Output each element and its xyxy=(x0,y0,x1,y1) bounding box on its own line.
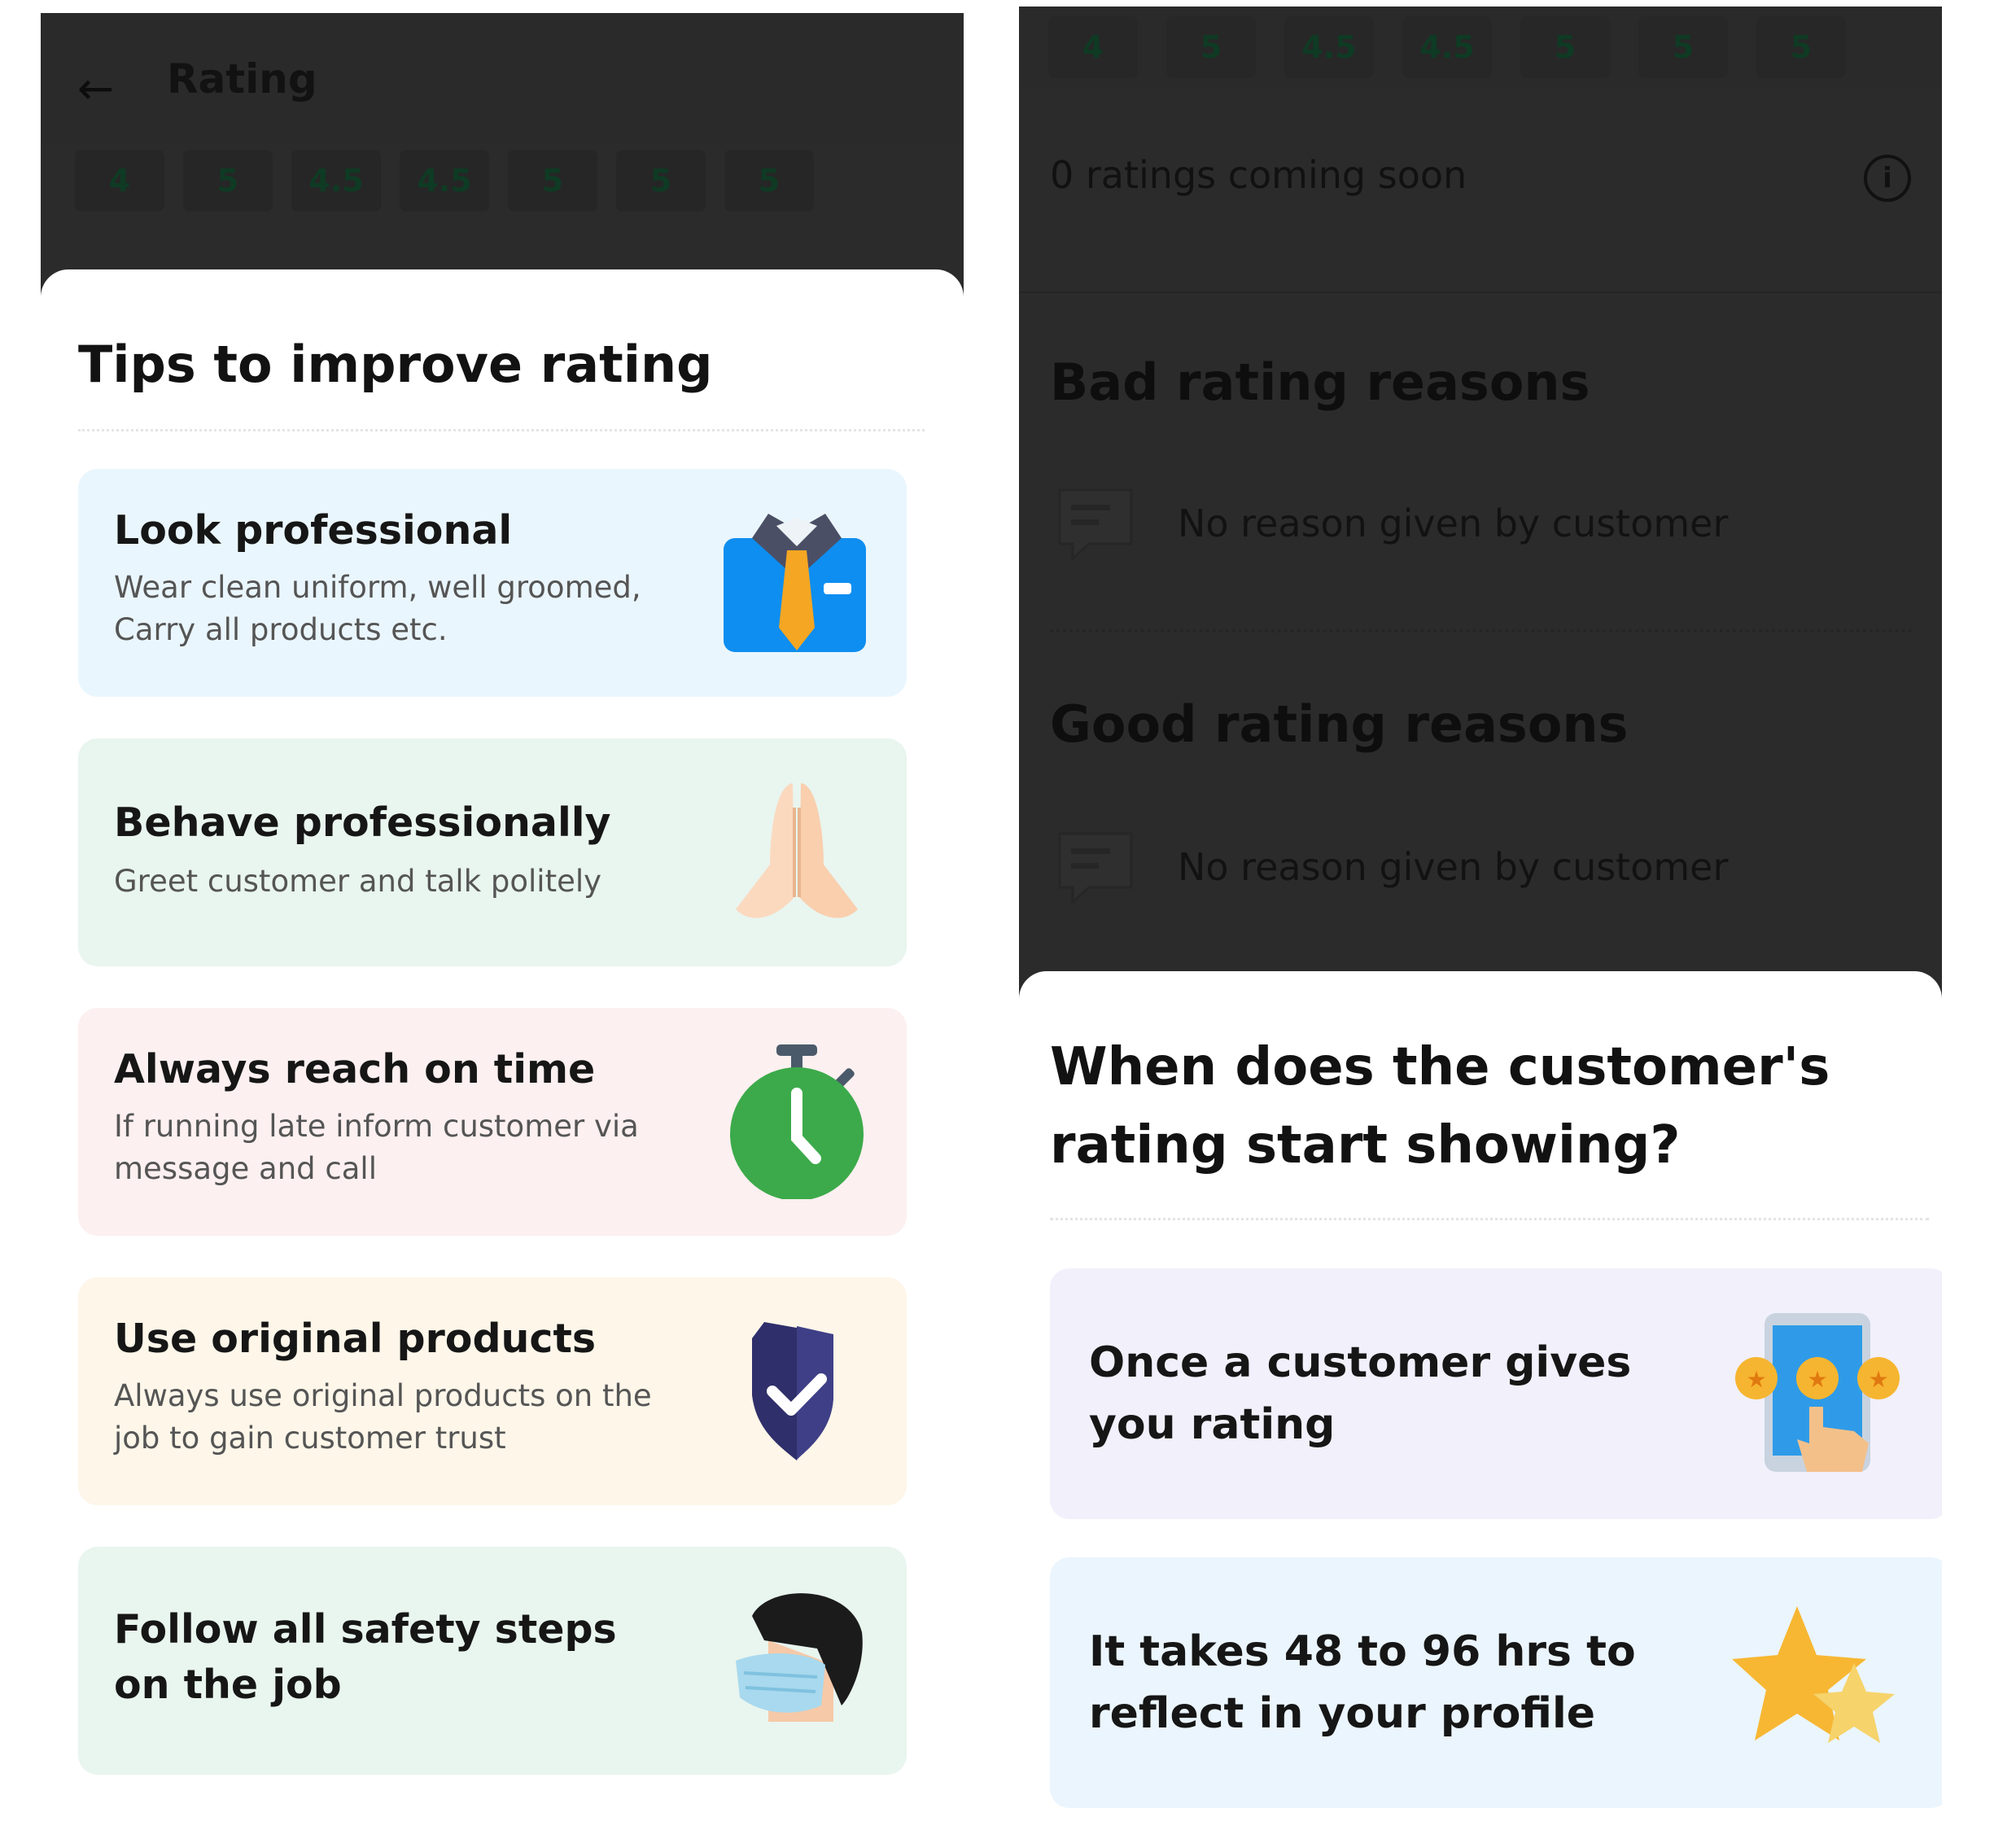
tip-card: Always reach on time If running late inf… xyxy=(78,1008,907,1236)
rating-chip: 4.5 xyxy=(1284,16,1374,78)
info-card-title: It takes 48 to 96 hrs to reflect in your… xyxy=(1089,1627,1636,1738)
rating-chip: 4.5 xyxy=(1402,16,1492,78)
rating-chip: 5 xyxy=(1520,16,1610,78)
tip-description: Wear clean uniform, well groomed, Carry … xyxy=(114,570,641,647)
tip-card: Behave professionally Greet customer and… xyxy=(78,738,907,966)
info-icon[interactable]: i xyxy=(1864,155,1911,202)
ratings-row: 4 5 4.5 4.5 5 5 5 xyxy=(1019,7,1942,88)
ratings-row: 4 5 4.5 4.5 5 5 5 xyxy=(41,143,964,217)
rating-chip: 4.5 xyxy=(400,150,489,212)
stopwatch-icon xyxy=(730,1044,864,1199)
shield-check-icon xyxy=(752,1322,833,1460)
namaste-hands-icon xyxy=(736,783,858,918)
svg-text:★: ★ xyxy=(1868,1366,1888,1393)
svg-text:★: ★ xyxy=(1746,1366,1766,1393)
divider xyxy=(1050,629,1913,633)
rating-info-bottom-sheet: When does the customer's rating start sh… xyxy=(1019,971,1942,1839)
uniform-icon xyxy=(724,514,866,652)
message-icon xyxy=(1058,832,1133,904)
tip-card: Follow all safety steps on the job xyxy=(78,1547,907,1775)
tip-title: Follow all safety steps on the job xyxy=(114,1606,617,1708)
tip-card: Use original products Always use origina… xyxy=(78,1277,907,1505)
svg-text:★: ★ xyxy=(1807,1366,1827,1393)
rating-chip: 5 xyxy=(724,150,814,212)
rating-chip: 5 xyxy=(1166,16,1256,78)
back-arrow-icon[interactable]: ← xyxy=(77,60,126,117)
info-card-title: Once a customer gives you rating xyxy=(1089,1338,1632,1449)
sheet-title: Tips to improve rating xyxy=(78,335,713,394)
top-app-bar: ← Rating xyxy=(41,13,964,143)
tip-card: Look professional Wear clean uniform, we… xyxy=(78,469,907,697)
divider xyxy=(78,429,925,431)
bad-reason-text: No reason given by customer xyxy=(1178,501,1729,545)
divider xyxy=(1019,291,1942,293)
sheet-title: When does the customer's rating start sh… xyxy=(1050,1037,1830,1176)
message-icon xyxy=(1058,488,1133,560)
tips-bottom-sheet: Tips to improve rating Look professional… xyxy=(41,269,964,1839)
tip-description: Always use original products on the job … xyxy=(114,1378,652,1456)
phone-stars-icon: ★ ★ ★ xyxy=(1735,1313,1900,1472)
right-screen: 4 5 4.5 4.5 5 5 5 0 ratings coming soon … xyxy=(1019,7,1942,1839)
good-reason-text: No reason given by customer xyxy=(1178,845,1729,889)
bad-reasons-title: Bad rating reasons xyxy=(1050,352,1590,412)
rating-chip: 5 xyxy=(183,150,273,212)
info-card: It takes 48 to 96 hrs to reflect in your… xyxy=(1050,1557,1942,1808)
left-screen: ← Rating 4 5 4.5 4.5 5 5 5 Tips to impro… xyxy=(41,13,964,1839)
rating-chip: 5 xyxy=(616,150,706,212)
page-title: Rating xyxy=(167,55,317,103)
rating-chip: 4.5 xyxy=(291,150,381,212)
tip-title: Always reach on time xyxy=(114,1046,596,1092)
tip-title: Behave professionally xyxy=(114,799,611,846)
tip-description: If running late inform customer via mess… xyxy=(114,1109,639,1186)
rating-chip: 4 xyxy=(1048,16,1138,78)
info-card: Once a customer gives you rating ★ ★ ★ xyxy=(1050,1268,1942,1519)
face-mask-icon xyxy=(736,1593,863,1722)
rating-chip: 4 xyxy=(75,150,164,212)
rating-chip: 5 xyxy=(1638,16,1728,78)
coming-soon-text: 0 ratings coming soon xyxy=(1050,153,1467,197)
good-reasons-title: Good rating reasons xyxy=(1050,694,1629,754)
tip-description: Greet customer and talk politely xyxy=(114,864,602,899)
divider xyxy=(1050,1218,1929,1220)
rating-chip: 5 xyxy=(1756,16,1846,78)
stars-icon xyxy=(1732,1606,1895,1743)
tip-title: Look professional xyxy=(114,507,513,554)
rating-chip: 5 xyxy=(508,150,597,212)
tip-title: Use original products xyxy=(114,1316,597,1362)
